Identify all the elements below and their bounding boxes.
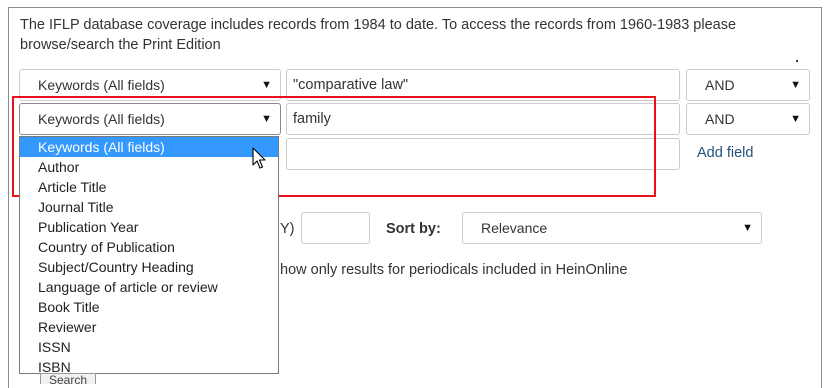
chevron-down-icon: ▼: [790, 79, 801, 91]
field-dropdown-list[interactable]: Keywords (All fields) Author Article Title…: [19, 136, 279, 374]
dropdown-option[interactable]: Journal Title: [20, 197, 278, 217]
coverage-notice: The IFLP database coverage includes reco…: [20, 17, 737, 53]
dropdown-option[interactable]: Article Title: [20, 177, 278, 197]
row1-field-label: Keywords (All fields): [38, 77, 165, 93]
chevron-down-icon: ▼: [261, 79, 272, 91]
heinonline-filter-text: how only results for periodicals include…: [280, 262, 628, 278]
year-label-fragment: Y): [280, 221, 295, 237]
dropdown-option[interactable]: Subject/Country Heading: [20, 257, 278, 277]
add-field-link[interactable]: Add field: [697, 145, 753, 161]
row1-operator-label: AND: [705, 77, 735, 93]
row1-search-input[interactable]: "comparative law": [286, 69, 680, 101]
dropdown-option[interactable]: ISSN: [20, 337, 278, 357]
chevron-down-icon: ▼: [742, 222, 753, 234]
row1-operator-select[interactable]: AND ▼: [686, 69, 810, 101]
dropdown-option[interactable]: Keywords (All fields): [20, 137, 278, 157]
chevron-down-icon: ▼: [261, 113, 272, 125]
dropdown-option[interactable]: Publication Year: [20, 217, 278, 237]
row3-search-input[interactable]: [286, 138, 680, 170]
chevron-down-icon: ▼: [790, 113, 801, 125]
dropdown-option[interactable]: Reviewer: [20, 317, 278, 337]
dropdown-option[interactable]: Language of article or review: [20, 277, 278, 297]
sort-by-label: Sort by:: [386, 221, 441, 237]
stray-mark: [796, 60, 798, 62]
dropdown-option[interactable]: ISBN: [20, 357, 278, 373]
row1-field-select[interactable]: Keywords (All fields) ▼: [19, 69, 281, 101]
row2-field-label: Keywords (All fields): [38, 111, 165, 127]
sort-select[interactable]: Relevance ▼: [462, 212, 762, 244]
row2-operator-label: AND: [705, 111, 735, 127]
row2-search-input[interactable]: family: [286, 103, 680, 135]
dropdown-option[interactable]: Author: [20, 157, 278, 177]
dropdown-option[interactable]: Country of Publication: [20, 237, 278, 257]
mouse-pointer-icon: [252, 147, 266, 169]
dropdown-option[interactable]: Book Title: [20, 297, 278, 317]
sort-value: Relevance: [481, 220, 548, 236]
year-input[interactable]: [301, 212, 370, 244]
row2-operator-select[interactable]: AND ▼: [686, 103, 810, 135]
row2-field-select[interactable]: Keywords (All fields) ▼: [19, 103, 281, 135]
